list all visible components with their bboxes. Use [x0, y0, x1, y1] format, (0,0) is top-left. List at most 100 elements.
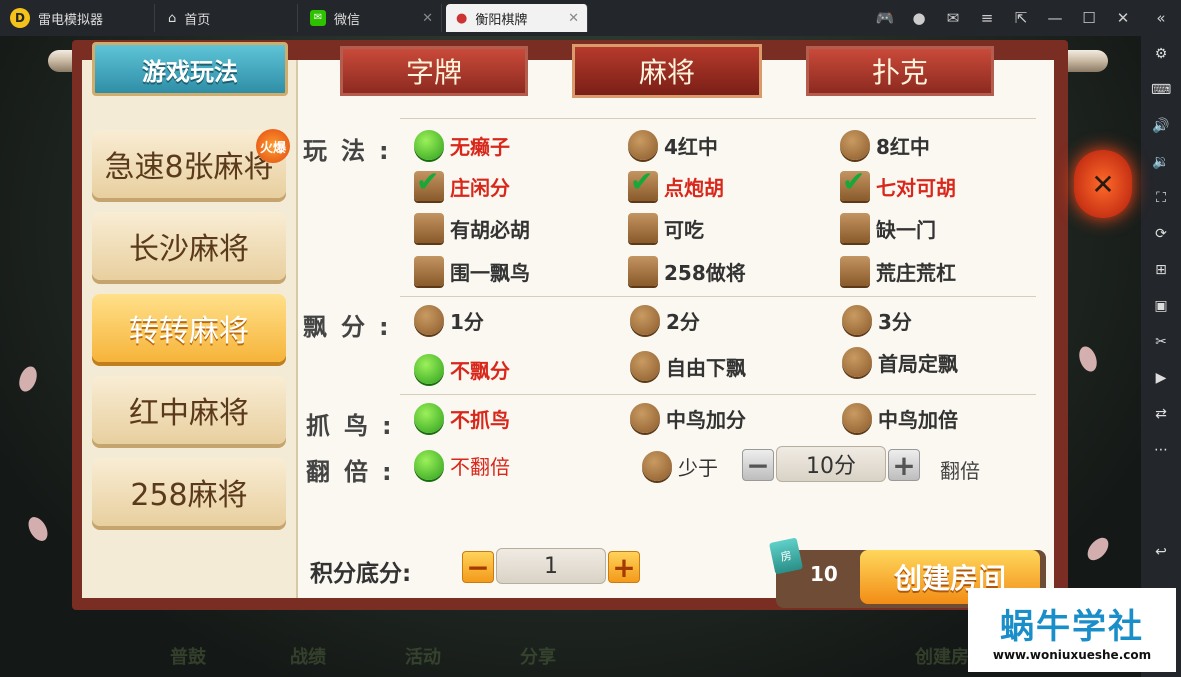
tab-hengyang-qipai[interactable]: ● 衡阳棋牌 ✕: [446, 4, 588, 32]
bottom-nav-item[interactable]: 活动: [405, 636, 441, 676]
option-bupiaofen[interactable]: 不飘分: [414, 354, 510, 384]
close-tab-icon[interactable]: ✕: [568, 11, 579, 26]
double-threshold-field[interactable]: 10分: [776, 446, 886, 482]
popout-icon[interactable]: ⇱: [1011, 8, 1031, 28]
option-ziyouxiapiao[interactable]: 自由下飘: [630, 351, 746, 381]
mode-button-zhuanzhuan[interactable]: 转转麻将: [92, 294, 286, 362]
radio-off-icon: [630, 403, 660, 433]
checkbox-checked-icon: [840, 165, 870, 201]
checkbox-checked-icon: [628, 165, 658, 201]
add-window-icon[interactable]: ⊞: [1151, 260, 1171, 280]
play-label: 玩法:: [303, 137, 403, 165]
option-label: 少于: [678, 455, 718, 480]
checkbox-unchecked-icon: [840, 213, 870, 243]
settings-icon[interactable]: ⚙: [1151, 44, 1171, 64]
option-keci[interactable]: 可吃: [628, 213, 704, 243]
option-weiyipiaoniao[interactable]: 围一飘鸟: [414, 256, 530, 286]
option-dianpaohu[interactable]: 点炮胡: [628, 165, 724, 201]
base-score-decrement-button[interactable]: −: [462, 551, 494, 584]
close-lantern-button[interactable]: ✕: [1074, 150, 1132, 218]
option-zhongniaojiabei[interactable]: 中鸟加倍: [842, 403, 958, 433]
maximize-icon[interactable]: ☐: [1079, 8, 1099, 28]
option-zhongniaojiafen[interactable]: 中鸟加分: [630, 403, 746, 433]
piao-label: 飘分:: [303, 313, 403, 341]
volume-down-icon[interactable]: 🔉: [1151, 152, 1171, 172]
back-icon[interactable]: ↩: [1151, 542, 1171, 562]
option-piao-3[interactable]: 3分: [842, 305, 912, 335]
option-label: 8红中: [876, 134, 930, 159]
volume-up-icon[interactable]: 🔊: [1151, 116, 1171, 136]
bottom-nav-item[interactable]: 普鼓: [170, 636, 206, 676]
option-label: 庄闲分: [450, 175, 510, 200]
scissors-icon[interactable]: ✂: [1151, 332, 1171, 352]
checkbox-unchecked-icon: [628, 256, 658, 286]
emulator-sidebar: ⚙ ⌨ 🔊 🔉 ⛶ ⟳ ⊞ ▣ ✂ ▶ ⇄ ⋯ ↩: [1141, 36, 1181, 677]
collapse-sidebar-icon[interactable]: «: [1151, 8, 1171, 28]
option-label: 2分: [666, 309, 700, 334]
option-qiduikehu[interactable]: 七对可胡: [840, 165, 956, 201]
video-record-icon[interactable]: ▶: [1151, 368, 1171, 388]
checkbox-unchecked-icon: [414, 256, 444, 286]
option-label: 中鸟加分: [666, 407, 746, 432]
petal-decoration: [16, 364, 40, 394]
tab-zipai[interactable]: 字牌: [340, 46, 528, 96]
more-icon[interactable]: ⋯: [1151, 440, 1171, 460]
option-8hongzhong[interactable]: 8红中: [840, 130, 930, 160]
close-window-icon[interactable]: ✕: [1113, 8, 1133, 28]
radio-off-icon: [630, 305, 660, 335]
tab-mahjong[interactable]: 麻将: [572, 44, 762, 98]
bottom-nav-item[interactable]: 战绩: [290, 636, 326, 676]
base-score-increment-button[interactable]: +: [608, 551, 640, 584]
tab-wechat[interactable]: ✉ 微信 ✕: [300, 4, 442, 32]
radio-off-icon: [840, 130, 870, 160]
option-label: 不飘分: [450, 358, 510, 383]
option-huangzhuanghuanggang[interactable]: 荒庄荒杠: [840, 256, 956, 286]
mode-button-changsha[interactable]: 长沙麻将: [92, 212, 286, 280]
home-icon: ⌂: [168, 10, 177, 26]
bottom-nav-item[interactable]: 创建房: [915, 636, 969, 676]
screenshot-icon[interactable]: ⛶: [1151, 188, 1171, 208]
tab-home[interactable]: ⌂ 首页: [158, 4, 298, 32]
option-piao-1[interactable]: 1分: [414, 305, 484, 335]
option-zhuangxianfen[interactable]: 庄闲分: [414, 165, 510, 201]
radio-on-icon: [414, 403, 444, 433]
radio-off-icon: [842, 403, 872, 433]
option-buzhuaniao[interactable]: 不抓鸟: [414, 403, 510, 433]
option-queyimen[interactable]: 缺一门: [840, 213, 936, 243]
option-bufanbei[interactable]: 不翻倍: [414, 450, 510, 480]
option-label: 自由下飘: [666, 355, 746, 380]
keyboard-icon[interactable]: ⌨: [1151, 80, 1171, 100]
account-icon[interactable]: ●: [909, 8, 929, 28]
radio-on-icon: [414, 450, 444, 480]
apk-icon[interactable]: ▣: [1151, 296, 1171, 316]
checkbox-unchecked-icon: [414, 213, 444, 243]
share-icon[interactable]: ⇄: [1151, 404, 1171, 424]
close-tab-icon[interactable]: ✕: [422, 11, 433, 26]
sync-icon[interactable]: ⟳: [1151, 224, 1171, 244]
option-shoujudingpiao[interactable]: 首局定飘: [842, 347, 958, 377]
base-score-field[interactable]: 1: [496, 548, 606, 584]
bottom-nav-item[interactable]: 分享: [520, 636, 556, 676]
option-shaoyu[interactable]: 少于: [642, 451, 718, 481]
option-wulaizi[interactable]: 无癞子: [414, 130, 510, 160]
mode-button-258[interactable]: 258麻将: [92, 458, 286, 526]
petal-decoration: [1083, 533, 1113, 565]
menu-icon[interactable]: ≡: [977, 8, 997, 28]
mode-button-hongzhong[interactable]: 红中麻将: [92, 376, 286, 444]
watermark-url: www.woniuxueshe.com: [992, 647, 1152, 662]
app-logo-tab: D 雷电模拟器: [0, 4, 155, 32]
option-258zuojiang[interactable]: 258做将: [628, 256, 746, 286]
double-decrement-button[interactable]: −: [742, 449, 774, 482]
checkbox-unchecked-icon: [840, 256, 870, 286]
option-piao-2[interactable]: 2分: [630, 305, 700, 335]
gamepad-icon[interactable]: 🎮: [875, 8, 895, 28]
minimize-icon[interactable]: —: [1045, 8, 1065, 28]
mail-icon[interactable]: ✉: [943, 8, 963, 28]
option-4hongzhong[interactable]: 4红中: [628, 130, 718, 160]
double-increment-button[interactable]: +: [888, 449, 920, 482]
tab-game-label: 衡阳棋牌: [475, 12, 528, 28]
rules-tab[interactable]: 游戏玩法: [92, 42, 288, 96]
option-youhubihu[interactable]: 有胡必胡: [414, 213, 530, 243]
tab-poker[interactable]: 扑克: [806, 46, 994, 96]
game-app-icon: ●: [456, 10, 468, 26]
